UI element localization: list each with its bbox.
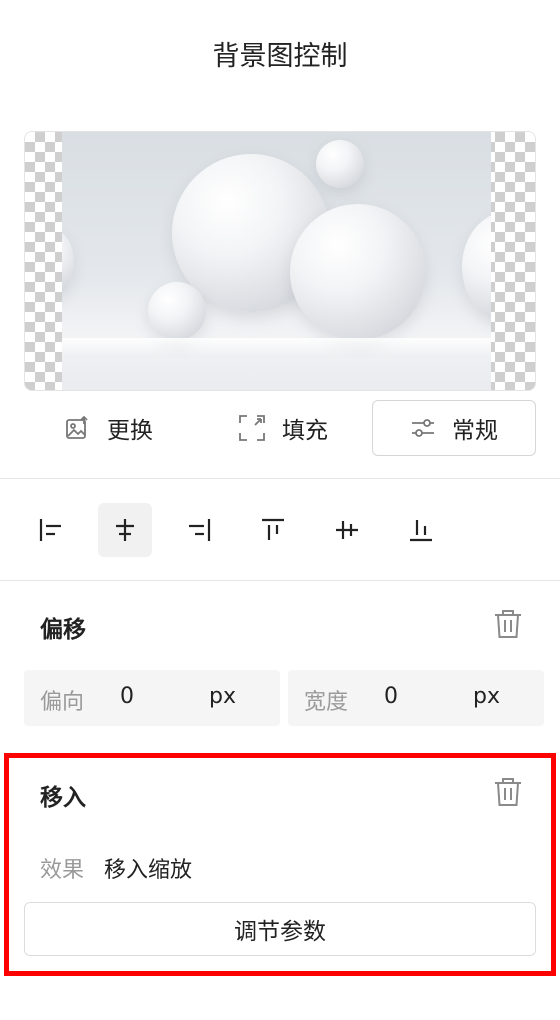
align-bottom-button[interactable] — [394, 503, 448, 557]
align-center-vertical-button[interactable] — [320, 503, 374, 557]
normal-label: 常规 — [452, 418, 498, 444]
align-right-icon — [189, 519, 211, 541]
align-left-button[interactable] — [24, 503, 78, 557]
background-image — [62, 132, 491, 390]
sliders-icon — [412, 419, 434, 437]
replace-label: 更换 — [107, 418, 153, 444]
align-top-button[interactable] — [246, 503, 300, 557]
expand-icon — [239, 415, 265, 441]
move-in-title: 移入 — [40, 785, 86, 811]
offset-width-unit: px — [473, 684, 500, 709]
offset-direction-field[interactable]: 偏向 0 px — [24, 670, 280, 726]
align-top-icon — [262, 518, 284, 540]
offset-width-field[interactable]: 宽度 0 px — [288, 670, 544, 726]
align-center-horizontal-icon — [116, 519, 134, 541]
align-center-vertical-icon — [336, 521, 358, 539]
divider — [0, 478, 560, 479]
image-actions: 更换 填充 常规 — [24, 400, 536, 456]
effect-label: 效果 — [40, 858, 85, 883]
divider — [0, 580, 560, 581]
align-center-horizontal-button[interactable] — [98, 503, 152, 557]
replace-button[interactable]: 更换 — [34, 400, 184, 456]
align-bottom-icon — [410, 520, 432, 542]
normal-button[interactable]: 常规 — [372, 400, 536, 456]
effect-value[interactable]: 移入缩放 — [104, 852, 192, 884]
offset-direction-unit: px — [209, 684, 236, 709]
align-left-icon — [39, 519, 61, 541]
page-title: 背景图控制 — [212, 41, 348, 72]
offset-width-value[interactable]: 0 — [384, 684, 398, 709]
align-right-button[interactable] — [172, 503, 226, 557]
trash-icon[interactable] — [491, 775, 525, 809]
offset-direction-value[interactable]: 0 — [120, 684, 134, 709]
fill-label: 填充 — [282, 418, 328, 444]
offset-title: 偏移 — [40, 617, 86, 643]
trash-icon[interactable] — [491, 607, 525, 641]
offset-width-label: 宽度 — [304, 690, 349, 715]
image-replace-icon — [66, 415, 88, 439]
adjust-parameters-button[interactable]: 调节参数 — [24, 902, 536, 956]
offset-direction-label: 偏向 — [40, 690, 85, 715]
background-image-preview[interactable] — [24, 131, 536, 391]
fill-button[interactable]: 填充 — [208, 400, 358, 456]
